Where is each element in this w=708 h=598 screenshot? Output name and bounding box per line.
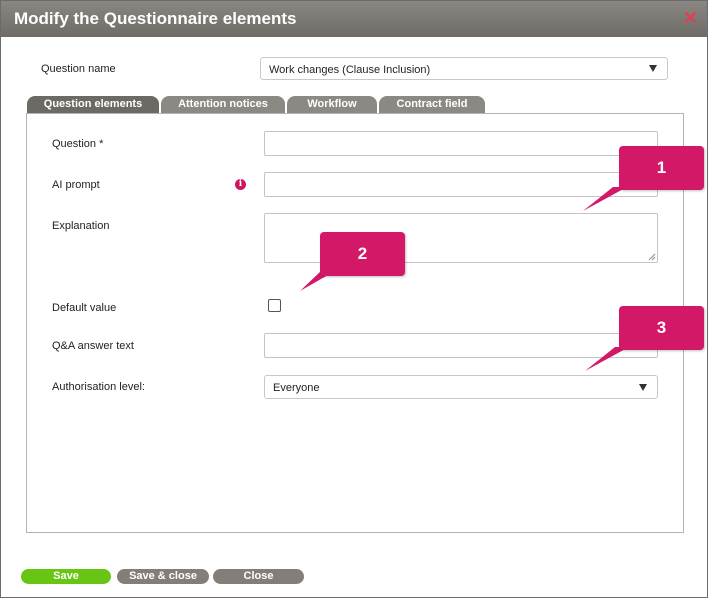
tab-label: Question elements [43, 98, 143, 110]
question-name-select[interactable]: Work changes (Clause Inclusion) [260, 57, 668, 80]
authorisation-level-select[interactable]: Everyone [264, 375, 658, 399]
tab-workflow[interactable]: Workflow [287, 96, 377, 113]
explanation-label: Explanation [52, 220, 110, 232]
dialog-titlebar: Modify the Questionnaire elements ✕ [1, 1, 707, 37]
callout-3: 3 [619, 306, 704, 350]
callout-pointer [583, 187, 627, 211]
question-input[interactable] [264, 131, 658, 156]
close-icon[interactable]: ✕ [683, 9, 698, 27]
tab-label: Contract field [396, 98, 468, 110]
callout-pointer [585, 347, 629, 371]
question-name-value: Work changes (Clause Inclusion) [269, 64, 431, 76]
tab-label: Attention notices [178, 98, 268, 110]
ai-prompt-label: AI prompt [52, 179, 100, 191]
callout-number: 1 [656, 158, 667, 177]
default-value-label: Default value [52, 302, 117, 314]
resize-grip-icon[interactable] [648, 253, 656, 261]
tab-attention-notices[interactable]: Attention notices [161, 96, 285, 113]
qa-answer-label: Q&A answer text [52, 340, 134, 352]
chevron-down-icon [639, 384, 647, 391]
tab-label: Workflow [307, 98, 357, 110]
dialog: Modify the Questionnaire elements ✕ Ques… [0, 0, 708, 598]
question-name-label: Question name [41, 63, 116, 75]
authorisation-level-value: Everyone [273, 382, 320, 394]
question-label: Question * [52, 138, 104, 150]
dialog-title: Modify the Questionnaire elements [14, 9, 297, 28]
save-button[interactable]: Save [21, 569, 111, 584]
tab-question-elements[interactable]: Question elements [27, 96, 159, 113]
info-icon[interactable]: i [235, 179, 246, 190]
save-and-close-button[interactable]: Save & close [117, 569, 209, 584]
callout-number: 3 [656, 318, 667, 337]
callout-number: 2 [357, 244, 368, 263]
chevron-down-icon [649, 65, 657, 72]
tab-contract-field[interactable]: Contract field [379, 96, 485, 113]
authorisation-level-label: Authorisation level: [52, 381, 145, 393]
default-value-checkbox[interactable] [268, 299, 281, 312]
callout-1: 1 [619, 146, 704, 190]
close-button[interactable]: Close [213, 569, 304, 584]
callout-2: 2 [320, 232, 405, 276]
